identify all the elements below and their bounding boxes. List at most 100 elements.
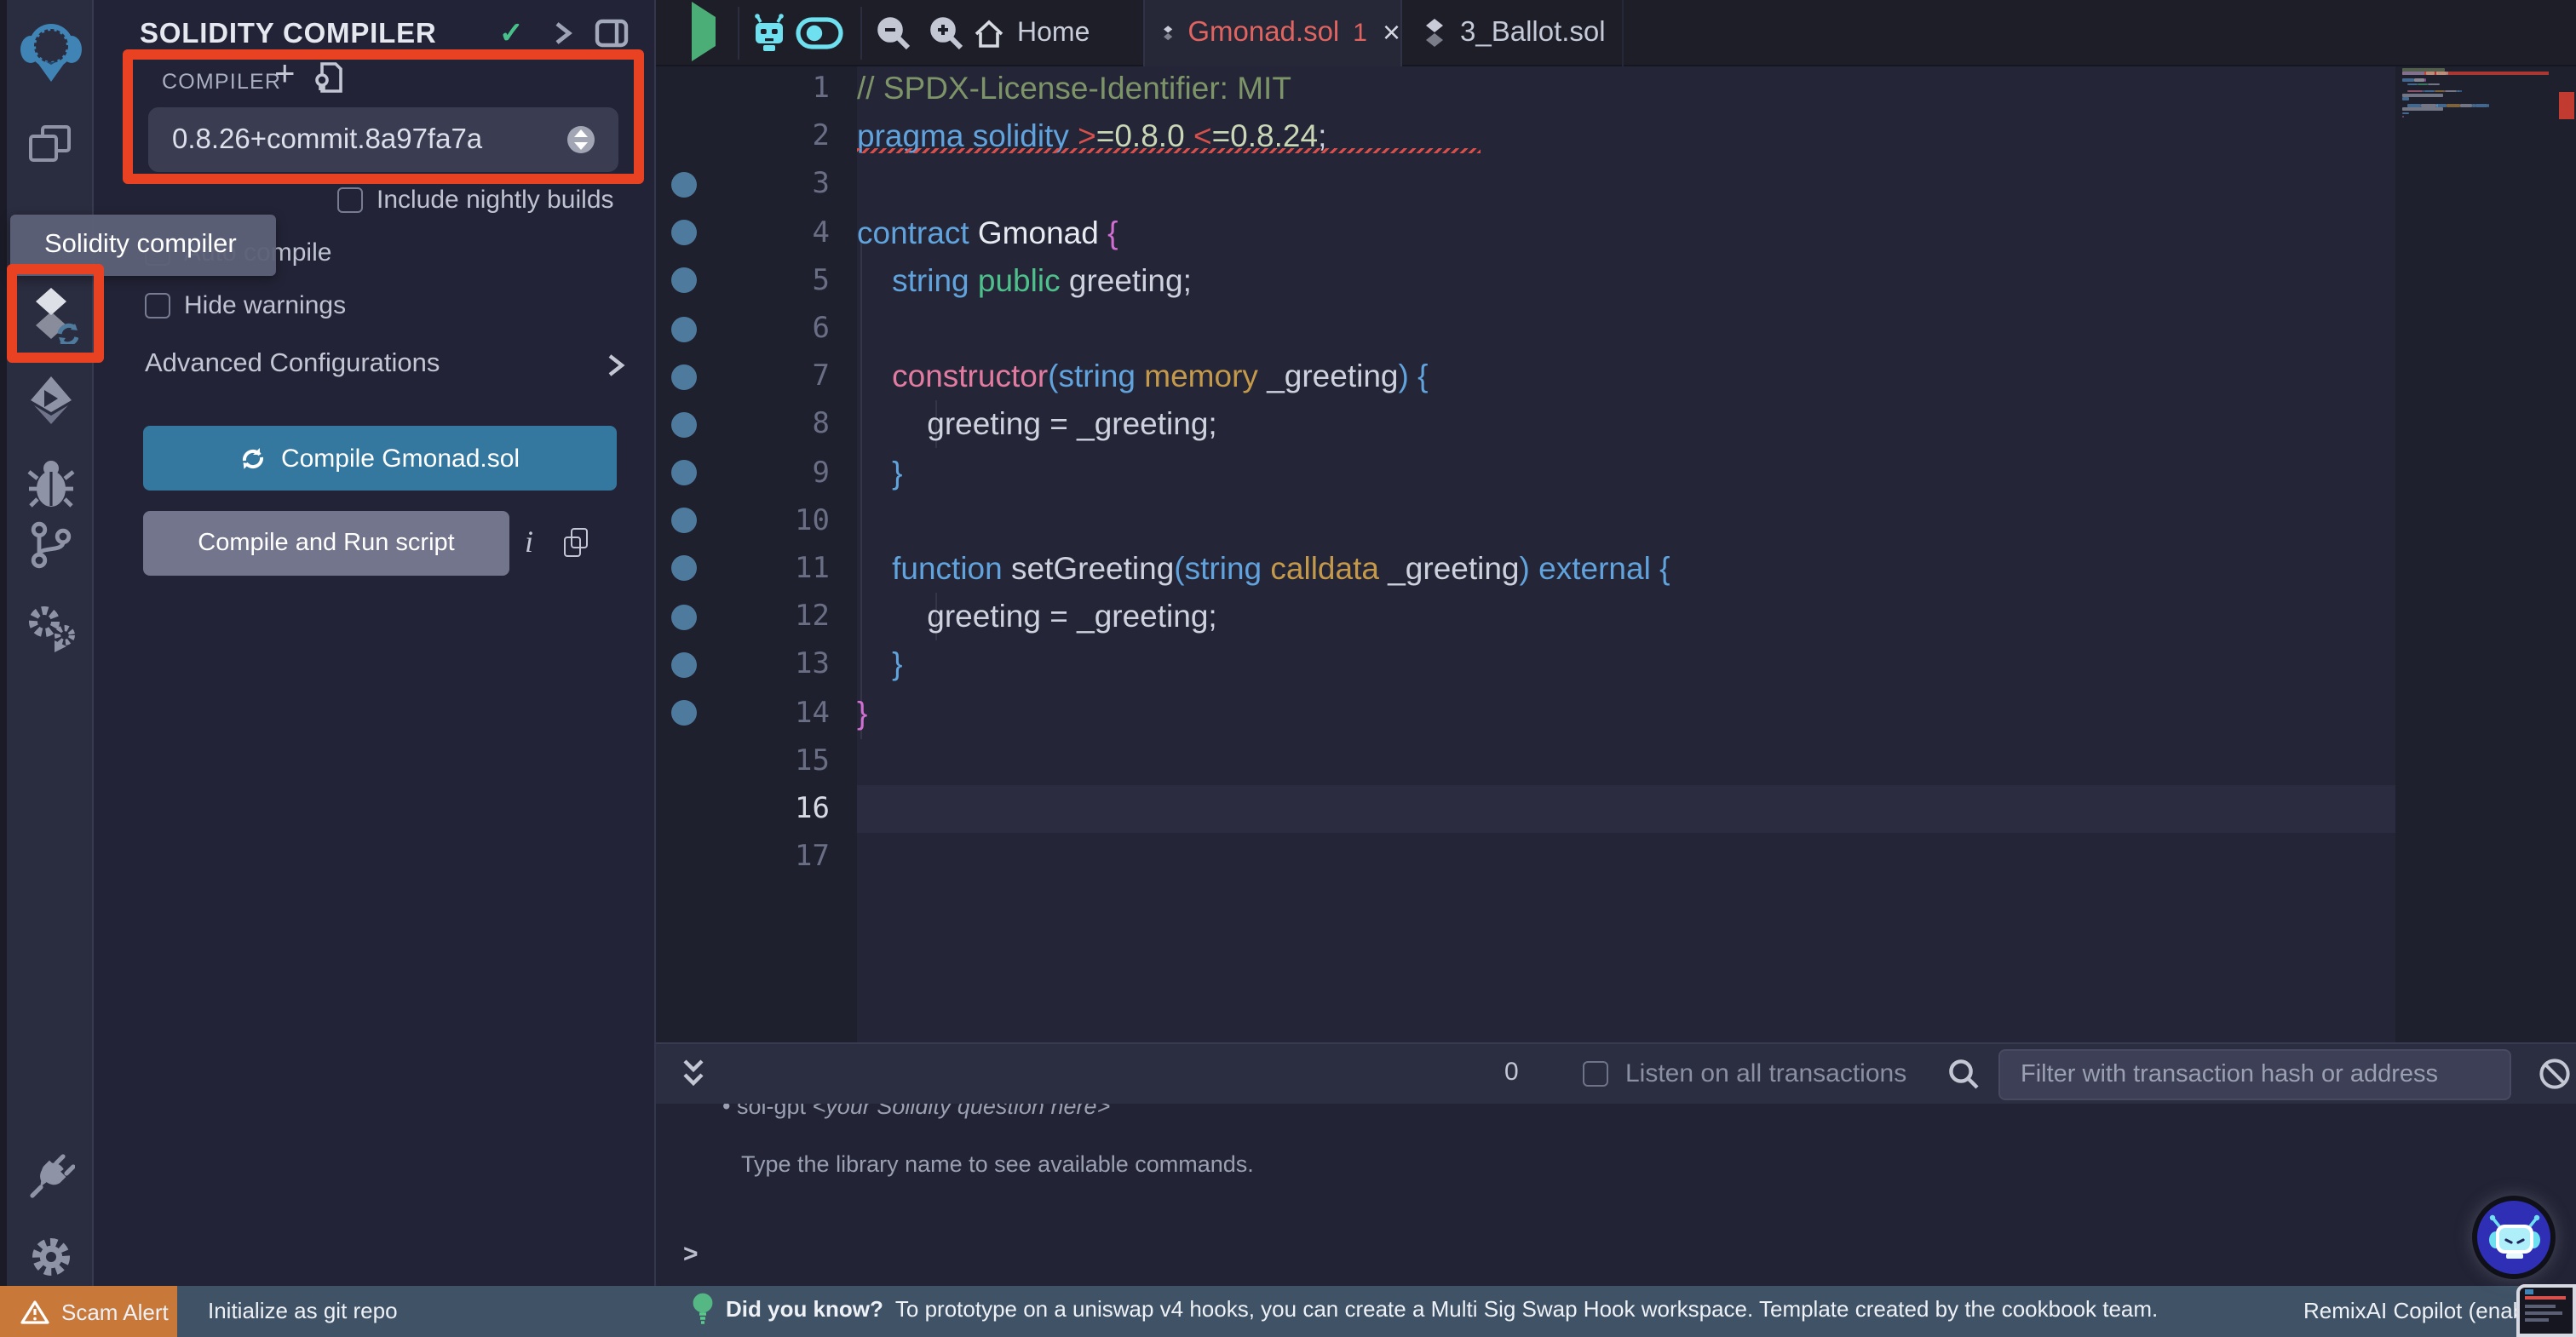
line-number[interactable]: 5 bbox=[697, 264, 831, 298]
code-line[interactable]: 7 constructor(string memory _greeting) { bbox=[656, 353, 2395, 400]
gutter-dot[interactable] bbox=[670, 508, 697, 534]
remix-logo-icon[interactable] bbox=[7, 20, 94, 85]
zoom-in-icon[interactable] bbox=[929, 15, 964, 51]
line-number[interactable]: 3 bbox=[697, 168, 831, 202]
code-line[interactable]: 2 pragma solidity >=0.8.0 <=0.8.24; bbox=[656, 112, 2395, 160]
tab-home[interactable]: Home bbox=[973, 0, 1143, 66]
code-line[interactable]: 15 bbox=[656, 737, 2395, 784]
pip-thumbnail[interactable] bbox=[2516, 1284, 2576, 1337]
code-line[interactable]: 3 bbox=[656, 161, 2395, 209]
zoom-out-icon[interactable] bbox=[876, 15, 911, 51]
tab-home-label: Home bbox=[1017, 18, 1090, 47]
tab-close-icon[interactable]: × bbox=[1383, 15, 1400, 51]
line-number[interactable]: 13 bbox=[697, 648, 830, 682]
tab-ballot-label: 3_Ballot.sol bbox=[1460, 17, 1606, 48]
gutter-dot[interactable] bbox=[670, 220, 697, 246]
script-runner-icon[interactable] bbox=[7, 603, 94, 654]
line-number[interactable]: 4 bbox=[697, 215, 831, 250]
plugin-manager-icon[interactable] bbox=[7, 1153, 94, 1201]
git-init-status[interactable]: Initialize as git repo bbox=[208, 1298, 398, 1323]
code-line[interactable]: 1 // SPDX-License-Identifier: MIT bbox=[656, 66, 2395, 112]
debugger-icon[interactable] bbox=[7, 456, 94, 508]
line-number[interactable]: 2 bbox=[697, 120, 831, 154]
deploy-run-icon[interactable] bbox=[7, 375, 94, 426]
run-script-button[interactable] bbox=[692, 2, 716, 61]
line-number[interactable]: 11 bbox=[697, 552, 830, 586]
terminal-prompt[interactable]: > bbox=[683, 1240, 699, 1269]
code-line[interactable]: 8 greeting = _greeting; bbox=[656, 401, 2395, 449]
panel-title: SOLIDITY COMPILER bbox=[140, 19, 437, 49]
line-number[interactable]: 14 bbox=[697, 696, 830, 730]
terminal-output[interactable]: • sol-gpt <your Solidity question here> … bbox=[656, 1104, 2576, 1286]
gutter-dot[interactable] bbox=[670, 555, 697, 582]
code-line[interactable]: 14} bbox=[656, 689, 2395, 737]
chevron-right-icon[interactable] bbox=[554, 20, 572, 46]
collapse-terminal-icon[interactable] bbox=[678, 1058, 709, 1092]
remix-ai-assistant-bubble[interactable] bbox=[2472, 1196, 2556, 1279]
gutter-dot[interactable] bbox=[670, 604, 697, 630]
gutter-dot[interactable] bbox=[670, 460, 697, 486]
clear-console-icon[interactable] bbox=[2539, 1058, 2571, 1090]
line-number[interactable]: 1 bbox=[697, 72, 831, 106]
line-number[interactable]: 16 bbox=[697, 792, 830, 826]
compile-and-run-button[interactable]: Compile and Run script bbox=[143, 511, 509, 576]
line-number[interactable]: 9 bbox=[697, 456, 831, 490]
compile-button[interactable]: Compile Gmonad.sol bbox=[143, 426, 617, 491]
code-line[interactable]: 16 bbox=[656, 784, 2395, 834]
info-icon[interactable]: i bbox=[525, 525, 533, 560]
ai-assistant-icon[interactable] bbox=[750, 14, 789, 55]
search-icon[interactable] bbox=[1947, 1058, 1980, 1090]
compiler-section-label: COMPILER bbox=[162, 70, 282, 94]
lightbulb-icon bbox=[693, 1293, 713, 1324]
code-line[interactable]: 6 bbox=[656, 305, 2395, 353]
code-line[interactable]: 17 bbox=[656, 833, 2395, 881]
hide-warnings-checkbox[interactable] bbox=[145, 293, 170, 318]
tip-bold: Did you know? bbox=[726, 1296, 883, 1322]
gutter-dot[interactable] bbox=[670, 411, 697, 438]
copilot-toggle-icon[interactable] bbox=[796, 17, 843, 49]
compiler-version-select[interactable]: 0.8.26+commit.8a97fa7a bbox=[148, 107, 618, 172]
file-badge-icon[interactable] bbox=[315, 61, 342, 94]
minimap[interactable] bbox=[2402, 68, 2549, 129]
gutter-dot[interactable] bbox=[670, 316, 697, 342]
line-number[interactable]: 17 bbox=[697, 840, 830, 874]
line-number[interactable]: 15 bbox=[697, 743, 830, 778]
solidity-compiler-icon[interactable] bbox=[7, 286, 94, 344]
code-editor[interactable]: 1 // SPDX-License-Identifier: MIT 2 pragma … bbox=[656, 66, 2576, 1042]
include-nightly-label: Include nightly builds bbox=[377, 186, 614, 215]
listen-transactions-checkbox[interactable] bbox=[1583, 1061, 1608, 1087]
code-line[interactable]: 12 greeting = _greeting; bbox=[656, 593, 2395, 640]
gutter-dot[interactable] bbox=[670, 651, 697, 678]
minimap-line bbox=[2402, 78, 2549, 83]
chevron-right-icon bbox=[608, 353, 625, 376]
line-number[interactable]: 6 bbox=[697, 312, 831, 346]
line-number[interactable]: 12 bbox=[697, 600, 830, 634]
copy-icon[interactable] bbox=[564, 528, 588, 557]
gutter-dot[interactable] bbox=[670, 700, 697, 726]
tab-ballot[interactable]: 3_Ballot.sol bbox=[1402, 0, 1624, 66]
line-number[interactable]: 7 bbox=[697, 359, 831, 393]
pin-panel-icon[interactable] bbox=[595, 19, 629, 48]
tip-text: To prototype on a uniswap v4 hooks, you … bbox=[894, 1296, 2159, 1322]
tab-gmonad[interactable]: Gmonad.sol 1 × bbox=[1143, 0, 1402, 66]
gutter-dot[interactable] bbox=[670, 171, 697, 198]
line-number[interactable]: 8 bbox=[697, 408, 831, 442]
filter-transactions-input[interactable] bbox=[1998, 1049, 2511, 1100]
code-line[interactable]: 11 function setGreeting(string calldata … bbox=[656, 545, 2395, 593]
advanced-configurations[interactable]: Advanced Configurations bbox=[145, 349, 625, 380]
gutter-dot[interactable] bbox=[670, 267, 697, 294]
settings-icon[interactable] bbox=[7, 1235, 94, 1279]
file-explorer-icon[interactable] bbox=[7, 123, 94, 167]
code-line[interactable]: 5 string public greeting; bbox=[656, 257, 2395, 305]
code-line[interactable]: 9 } bbox=[656, 449, 2395, 496]
add-compiler-icon[interactable]: + bbox=[274, 56, 296, 92]
code-line[interactable]: 13 } bbox=[656, 641, 2395, 689]
line-number[interactable]: 10 bbox=[697, 504, 830, 538]
gutter-dot[interactable] bbox=[670, 364, 697, 390]
scam-alert-badge[interactable]: Scam Alert bbox=[0, 1286, 177, 1337]
code-line[interactable]: 10 bbox=[656, 496, 2395, 544]
include-nightly-checkbox[interactable] bbox=[337, 187, 363, 213]
minimap-line bbox=[2402, 76, 2549, 78]
git-icon[interactable] bbox=[7, 521, 94, 569]
code-line[interactable]: 4 contract Gmonad { bbox=[656, 209, 2395, 256]
